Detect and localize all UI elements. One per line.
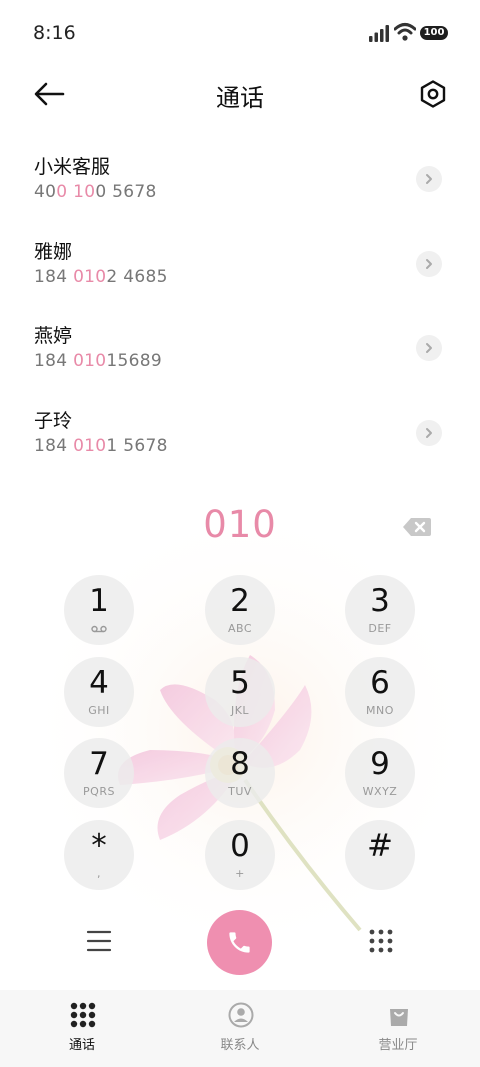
tab-label: 营业厅 [378,1038,418,1053]
contact-number: 400 100 5678 [34,182,157,202]
keypad-key-1[interactable]: 1 [64,575,134,645]
contact-details-button[interactable] [416,251,442,277]
keypad-key-star[interactable]: * , [64,820,134,890]
keypad-key-3[interactable]: 3 DEF [345,575,415,645]
keypad-key-9[interactable]: 9 WXYZ [345,738,415,808]
page-title: 通话 [216,84,264,112]
chevron-right-icon [426,259,432,269]
contact-icon [228,1002,254,1028]
chevron-right-icon [426,343,432,353]
keypad-key-6[interactable]: 6 MNO [345,657,415,727]
contact-details-button[interactable] [416,420,442,446]
settings-gear-icon[interactable] [418,79,448,109]
wifi-icon [394,23,416,41]
dialpad-grid-icon [70,1002,96,1028]
chevron-right-icon [426,174,432,184]
tab-calls[interactable]: 通话 [2,990,162,1067]
contact-suggestion-item[interactable]: 小米客服 400 100 5678 [0,144,480,228]
dialpad-toggle-icon[interactable] [368,928,394,954]
tab-contacts[interactable]: 联系人 [160,990,320,1067]
menu-icon[interactable] [86,929,112,953]
keypad-key-0[interactable]: 0 + [205,820,275,890]
backspace-icon[interactable] [402,517,432,537]
contact-name: 小米客服 [34,156,111,178]
contact-name: 燕婷 [34,325,73,347]
contact-name: 子玲 [34,410,73,432]
cellular-signal-icon [369,25,389,42]
keypad-key-2[interactable]: 2 ABC [205,575,275,645]
tab-service-hall[interactable]: 营业厅 [318,990,478,1067]
tab-label: 通话 [68,1038,95,1053]
call-button[interactable] [207,910,272,975]
contact-number: 184 0102 4685 [34,267,168,287]
chevron-right-icon [426,428,432,438]
phone-icon [229,932,250,953]
keypad-key-4[interactable]: 4 GHI [64,657,134,727]
tab-label: 联系人 [220,1038,260,1053]
keypad-key-5[interactable]: 5 JKL [205,657,275,727]
contact-suggestion-item[interactable]: 燕婷 184 01015689 [0,313,480,397]
contact-suggestion-item[interactable]: 雅娜 184 0102 4685 [0,229,480,313]
keypad-key-8[interactable]: 8 TUV [205,738,275,808]
status-time: 8:16 [33,22,76,44]
contact-details-button[interactable] [416,166,442,192]
voicemail-icon [91,625,107,633]
contact-name: 雅娜 [34,241,73,263]
contact-number: 184 01015689 [34,351,163,371]
keypad-key-7[interactable]: 7 PQRS [64,738,134,808]
keypad-key-hash[interactable]: # [345,820,415,890]
bottom-tab-bar: 通话 联系人 营业厅 [0,990,480,1067]
shopping-bag-icon [390,1009,408,1026]
battery-indicator: 100 [420,26,448,40]
status-bar: 8:16 100 [0,0,480,64]
contact-details-button[interactable] [416,335,442,361]
contact-number: 184 0101 5678 [34,436,168,456]
